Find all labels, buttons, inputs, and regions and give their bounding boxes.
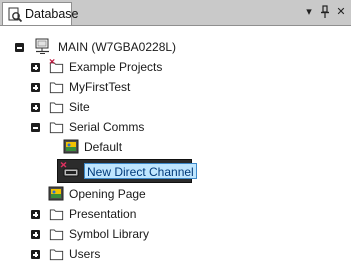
expand-toggle-users[interactable]: [31, 250, 40, 259]
panel-tabstrip: Database ▾ ✕: [0, 0, 351, 26]
tree-item-label[interactable]: Symbol Library: [69, 227, 149, 241]
tree-item-label[interactable]: Default: [84, 140, 122, 154]
collapse-toggle-main[interactable]: [15, 43, 24, 52]
folder-icon: [49, 209, 64, 221]
tree-item-label[interactable]: Serial Comms: [69, 120, 144, 134]
tree-item-label[interactable]: Presentation: [69, 207, 136, 221]
database-search-icon: [8, 7, 23, 23]
tree-root-label[interactable]: MAIN (W7GBA0228L): [58, 40, 176, 54]
computer-icon: [35, 38, 49, 54]
folder-icon: [49, 82, 64, 94]
expand-toggle-myfirsttest[interactable]: [31, 83, 40, 92]
folder-icon: [49, 102, 64, 114]
database-panel: Database ▾ ✕ MAIN (W7GBA0228L) Example P…: [0, 0, 351, 269]
tree-item-label[interactable]: Users: [69, 247, 100, 261]
panel-close-button[interactable]: ✕: [334, 4, 348, 20]
panel-menu-button[interactable]: ▾: [302, 4, 316, 20]
panel-pin-button[interactable]: [318, 4, 332, 20]
expand-toggle-example-projects[interactable]: [31, 63, 40, 72]
expand-toggle-presentation[interactable]: [31, 210, 40, 219]
mimic-page-icon: [63, 139, 79, 154]
expand-toggle-site[interactable]: [31, 103, 40, 112]
tree-item-label[interactable]: MyFirstTest: [69, 80, 130, 94]
dropdown-icon: ▾: [306, 6, 312, 18]
pin-icon: [321, 5, 329, 18]
folder-icon: [49, 122, 64, 134]
expand-toggle-symbol-library[interactable]: [31, 230, 40, 239]
collapse-toggle-serial-comms[interactable]: [31, 123, 40, 132]
tab-database[interactable]: Database: [2, 2, 79, 25]
rename-input[interactable]: New Direct Channel: [84, 163, 197, 179]
database-tree: MAIN (W7GBA0228L) Example Projects MyFir…: [0, 26, 351, 269]
folder-excluded-icon: [49, 59, 64, 74]
tree-item-label[interactable]: Example Projects: [69, 60, 162, 74]
tree-item-label[interactable]: Site: [69, 100, 90, 114]
close-icon: ✕: [336, 6, 346, 18]
mimic-page-icon: [48, 186, 64, 201]
tree-item-label[interactable]: Opening Page: [69, 187, 146, 201]
direct-channel-icon: [60, 162, 79, 177]
tab-label: Database: [25, 7, 79, 21]
folder-icon: [49, 229, 64, 241]
folder-icon: [49, 249, 64, 261]
